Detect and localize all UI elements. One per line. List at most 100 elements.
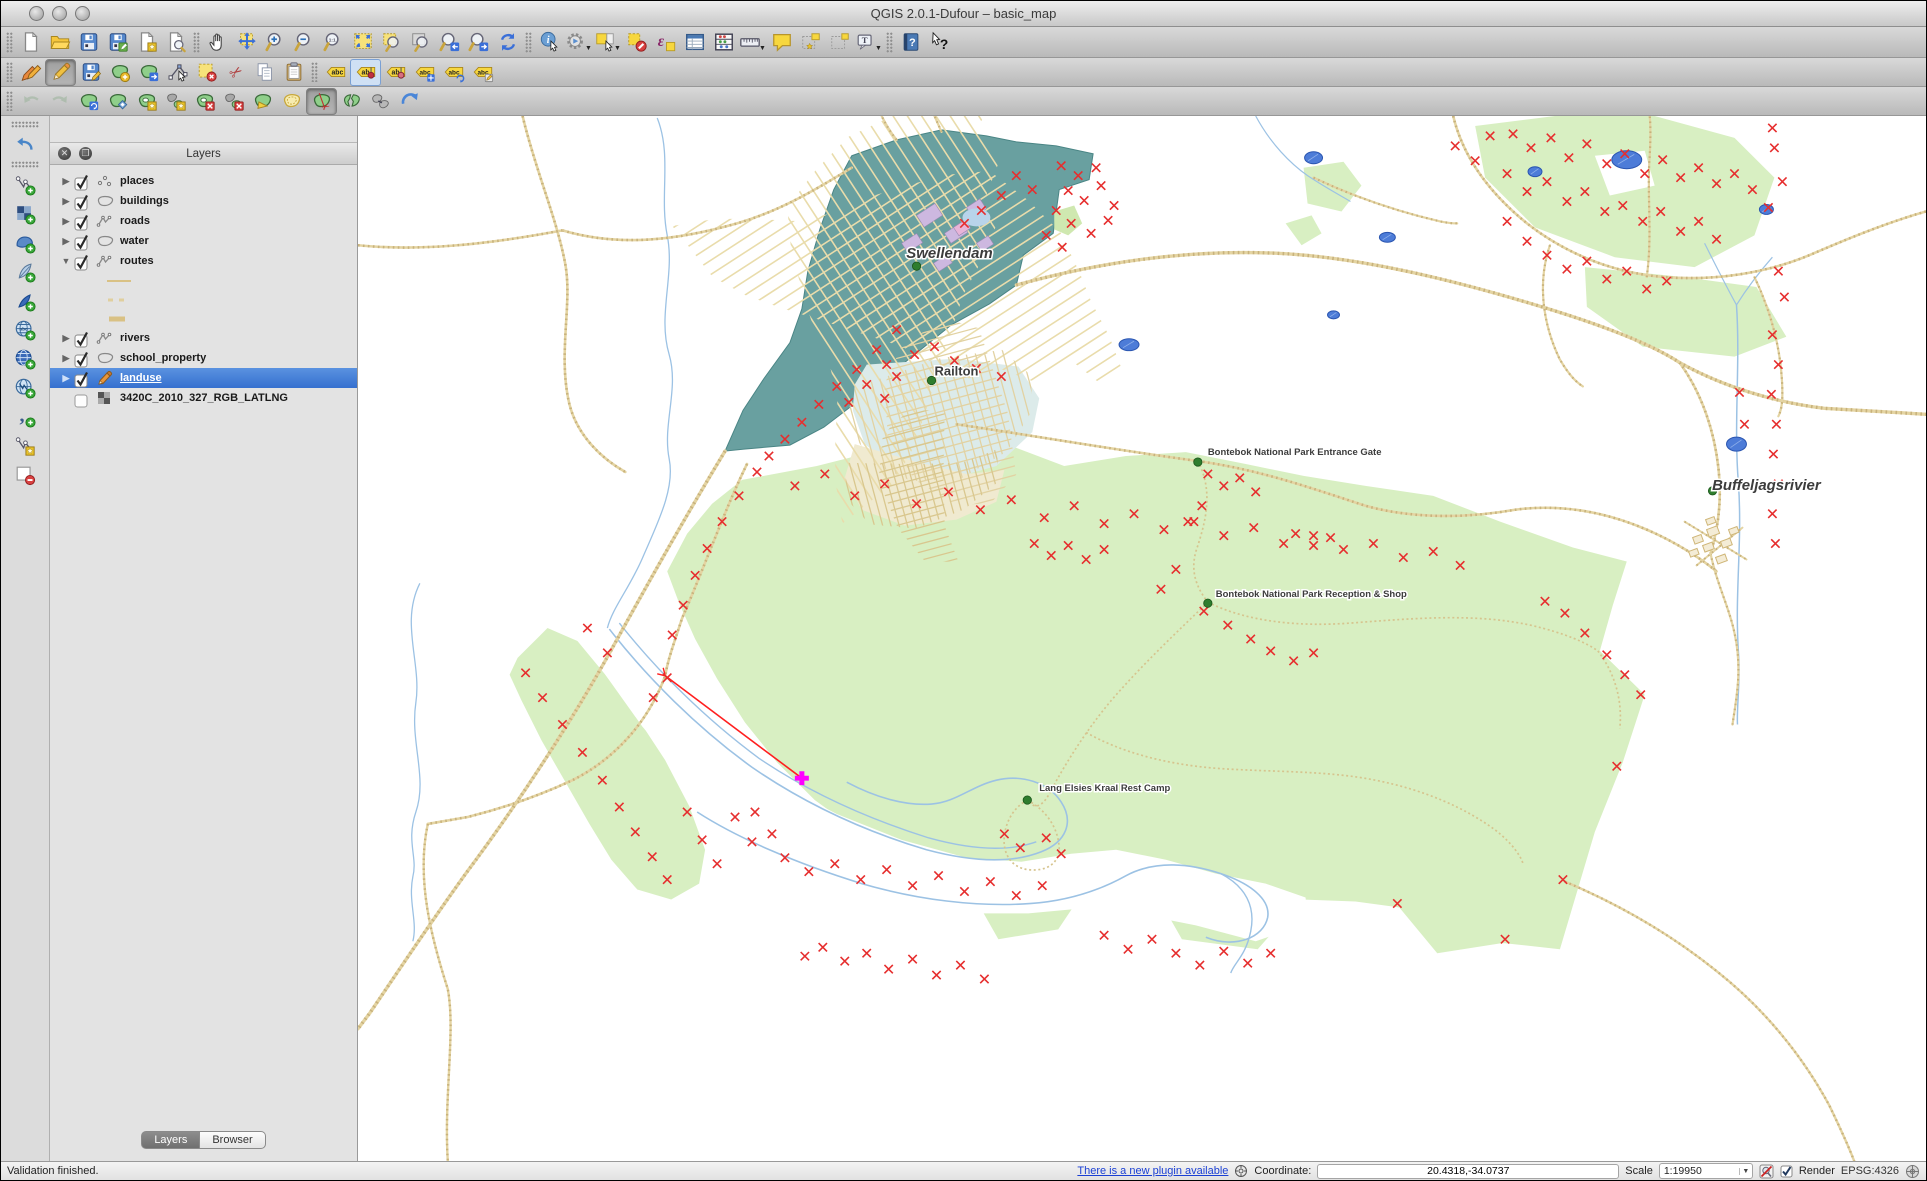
dropdown-arrow-icon[interactable]: ▼ [585, 45, 592, 52]
expand-arrow-icon[interactable]: ▶ [60, 236, 72, 247]
zoom-last-button[interactable] [435, 30, 464, 55]
split-features-button[interactable]: ✂ [306, 88, 337, 115]
layer-checkbox[interactable] [74, 351, 88, 365]
add-postgis-layer-button[interactable] [10, 228, 40, 257]
add-wcs-layer-button[interactable] [10, 344, 40, 373]
labeling-options-button[interactable]: abc [321, 60, 350, 85]
save-project-button[interactable] [74, 30, 103, 55]
layers-panel-header[interactable]: ✕ ❐ Layers [50, 142, 357, 165]
dropdown-arrow-icon[interactable]: ▼ [614, 45, 621, 52]
layer-checkbox[interactable] [74, 174, 88, 188]
expand-arrow-icon[interactable]: ▼ [60, 256, 72, 266]
expand-arrow-icon[interactable]: ▶ [60, 196, 72, 207]
layer-checkbox[interactable] [74, 234, 88, 248]
run-feature-action-button[interactable]: ▼ [564, 30, 593, 55]
show-bookmarks-button[interactable] [825, 30, 854, 55]
scale-combo[interactable]: 1:19950 ▼ [1659, 1163, 1753, 1179]
render-checkbox[interactable] [1780, 1165, 1793, 1178]
highlight-pinned-labels-button[interactable]: ab [381, 60, 410, 85]
toolbar-handle[interactable] [6, 62, 13, 82]
rotate-feature-button[interactable] [74, 89, 103, 114]
measure-button[interactable]: ▼ [738, 30, 767, 55]
layer-checkbox[interactable] [74, 371, 88, 385]
rotate-label-button[interactable]: abc [439, 60, 468, 85]
expand-arrow-icon[interactable]: ▶ [60, 373, 72, 384]
layer-item-water[interactable]: ▶water [50, 231, 357, 251]
zoom-to-selection-button[interactable] [377, 30, 406, 55]
reshape-features-button[interactable] [248, 89, 277, 114]
identify-features-button[interactable]: i [535, 30, 564, 55]
layer-item-landuse[interactable]: ▶landuse [50, 368, 357, 388]
select-by-expression-button[interactable]: ε [651, 30, 680, 55]
coordinate-input[interactable] [1317, 1164, 1619, 1179]
expand-arrow-icon[interactable]: ▶ [60, 176, 72, 187]
save-layer-edits-button[interactable] [76, 60, 105, 85]
toolbar-handle[interactable] [525, 32, 532, 53]
toolbar-handle[interactable] [6, 91, 13, 111]
layer-item-buildings[interactable]: ▶buildings [50, 191, 357, 211]
add-spatialite-layer-button[interactable] [10, 257, 40, 286]
scale-dropdown-icon[interactable]: ▼ [1739, 1168, 1752, 1175]
dropdown-arrow-icon[interactable]: ▼ [875, 45, 882, 52]
delete-part-button[interactable] [219, 89, 248, 114]
select-features-button[interactable]: ▼ [593, 30, 622, 55]
add-wms-layer-button[interactable]: abc [10, 315, 40, 344]
open-project-button[interactable] [45, 30, 74, 55]
delete-selected-button[interactable] [192, 60, 221, 85]
panel-close-icon[interactable]: ✕ [58, 147, 71, 160]
add-vector-layer-button[interactable] [10, 170, 40, 199]
pan-map-button[interactable] [203, 30, 232, 55]
toggle-editing-button[interactable] [45, 59, 76, 86]
composer-manager-button[interactable] [161, 30, 190, 55]
field-calculator-button[interactable] [709, 30, 738, 55]
layer-item-rivers[interactable]: ▶rivers [50, 328, 357, 348]
panel-float-icon[interactable]: ❐ [79, 147, 92, 160]
layer-checkbox[interactable] [74, 331, 88, 345]
zoom-full-extent-button[interactable] [348, 30, 377, 55]
copy-features-button[interactable] [250, 60, 279, 85]
whats-this-button[interactable]: ? [925, 30, 954, 55]
text-annotation-button[interactable]: T▼ [854, 30, 883, 55]
new-project-button[interactable] [16, 30, 45, 55]
plugin-icon[interactable] [1234, 1164, 1248, 1178]
simplify-feature-button[interactable] [103, 89, 132, 114]
paste-features-button[interactable] [279, 60, 308, 85]
help-contents-button[interactable]: ? [896, 30, 925, 55]
zoom-native-resolution-button[interactable]: 1:1 [319, 30, 348, 55]
toolbar-handle[interactable] [886, 32, 893, 53]
map-tips-button[interactable] [767, 30, 796, 55]
current-edits-button[interactable] [16, 60, 45, 85]
expand-arrow-icon[interactable]: ▶ [60, 333, 72, 344]
delete-ring-button[interactable] [190, 89, 219, 114]
zoom-next-button[interactable] [464, 30, 493, 55]
layer-item-school_property[interactable]: ▶school_property [50, 348, 357, 368]
add-mssql-layer-button[interactable] [10, 286, 40, 315]
add-feature-button[interactable] [105, 60, 134, 85]
layer-checkbox[interactable] [74, 214, 88, 228]
layer-checkbox[interactable] [74, 194, 88, 208]
pin-labels-button[interactable]: ab [350, 59, 381, 86]
open-attribute-table-button[interactable] [680, 30, 709, 55]
layer-item-roads[interactable]: ▶roads [50, 211, 357, 231]
redo-button[interactable] [45, 89, 74, 114]
add-wfs-layer-button[interactable] [10, 373, 40, 402]
toolbar-handle[interactable] [6, 32, 13, 53]
layer-item-routes[interactable]: ▼routes [50, 251, 357, 271]
cut-features-button[interactable]: ✂ [221, 60, 250, 85]
map-canvas[interactable]: SwellendamRailtonBontebok National Park … [358, 116, 1926, 1161]
merge-features-button[interactable] [366, 89, 395, 114]
save-project-as-button[interactable] [103, 30, 132, 55]
zoom-out-button[interactable] [290, 30, 319, 55]
refresh-map-button[interactable] [493, 30, 522, 55]
remove-layer-button[interactable] [10, 460, 40, 489]
layer-item-places[interactable]: ▶places [50, 171, 357, 191]
change-label-button[interactable]: abc [468, 60, 497, 85]
undo-button[interactable] [16, 89, 45, 114]
move-feature-button[interactable] [134, 60, 163, 85]
dropdown-arrow-icon[interactable]: ▼ [759, 45, 766, 52]
rotate-point-symbols-button[interactable] [395, 89, 424, 114]
new-plugin-link[interactable]: There is a new plugin available [1077, 1165, 1228, 1177]
touch-zoom-and-pan-button[interactable] [10, 130, 40, 159]
stop-render-icon[interactable] [1759, 1164, 1774, 1179]
toolbar-handle[interactable] [193, 32, 200, 53]
